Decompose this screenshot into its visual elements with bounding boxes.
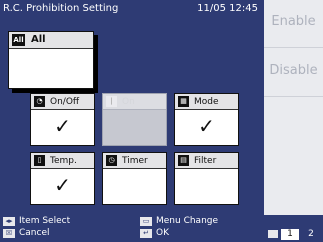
card-label: Filter [194, 156, 217, 166]
title-bar: R.C. Prohibition Setting 11/05 12:45 [0, 0, 264, 18]
cancel-icon: ☒ [3, 229, 15, 238]
card-label: Timer [122, 156, 148, 166]
cancel-label: Cancel [19, 228, 50, 238]
filter-icon: ▤ [178, 155, 189, 166]
card-on: | On [102, 93, 167, 146]
enable-button[interactable]: Enable [264, 0, 323, 48]
temp-icon: ▯ [34, 155, 45, 166]
timer-icon: ◷ [106, 155, 117, 166]
card-mode[interactable]: ▦ Mode ✓ [174, 93, 239, 146]
card-face: ◔ On/Off ✓ [30, 93, 95, 146]
card-timer[interactable]: ◷ Timer [102, 152, 167, 205]
card-face: | On [102, 93, 167, 146]
card-label: Mode [194, 97, 219, 107]
ok-label: OK [156, 228, 169, 238]
card-label: On [122, 97, 135, 107]
checkmark-icon: ✓ [198, 114, 215, 138]
side-panel: Enable Disable [264, 0, 323, 215]
enter-icon: ↵ [140, 229, 152, 238]
card-on-off[interactable]: ◔ On/Off ✓ [30, 93, 95, 146]
enable-label: Enable [271, 14, 316, 29]
card-face: ▯ Temp. ✓ [30, 152, 95, 205]
card-face: ◷ Timer [102, 152, 167, 205]
page-icon [268, 230, 278, 238]
card-face: ▦ Mode ✓ [174, 93, 239, 146]
date-time: 11/05 12:45 [197, 3, 258, 14]
card-temp[interactable]: ▯ Temp. ✓ [30, 152, 95, 205]
card-header: ▤ Filter [175, 153, 238, 169]
card-label: All [31, 34, 46, 45]
checkmark-icon: ✓ [54, 173, 71, 197]
menu-change-label: Menu Change [156, 216, 219, 226]
card-header: ◷ Timer [103, 153, 166, 169]
screen-title: R.C. Prohibition Setting [3, 3, 119, 14]
on-off-icon: ◔ [34, 96, 45, 107]
card-label: Temp. [50, 156, 77, 166]
card-header: ▦ Mode [175, 94, 238, 110]
card-header: All All [9, 32, 93, 49]
disable-label: Disable [269, 63, 318, 78]
card-label: On/Off [50, 97, 80, 107]
item-select-label: Item Select [19, 216, 71, 226]
all-icon: All [12, 34, 25, 46]
card-all[interactable]: All All [8, 31, 98, 93]
menu-icon: ▭ [140, 217, 152, 226]
card-header: ◔ On/Off [31, 94, 94, 110]
card-face: All All [8, 31, 94, 89]
disable-button[interactable]: Disable [264, 49, 323, 97]
page-2[interactable]: 2 [303, 229, 319, 240]
footer-bar: ◂▸ Item Select ☒ Cancel ▭ Menu Change ↵ … [0, 215, 323, 242]
mode-icon: ▦ [178, 96, 189, 107]
card-header: | On [103, 94, 166, 110]
checkmark-icon: ✓ [54, 114, 71, 138]
arrows-icon: ◂▸ [3, 217, 15, 226]
card-face: ▤ Filter [174, 152, 239, 205]
card-header: ▯ Temp. [31, 153, 94, 169]
screen: R.C. Prohibition Setting 11/05 12:45 All… [0, 0, 323, 242]
page-1[interactable]: 1 [281, 229, 299, 240]
card-filter[interactable]: ▤ Filter [174, 152, 239, 205]
on-icon: | [106, 96, 117, 107]
main-panel: R.C. Prohibition Setting 11/05 12:45 All… [0, 0, 264, 215]
